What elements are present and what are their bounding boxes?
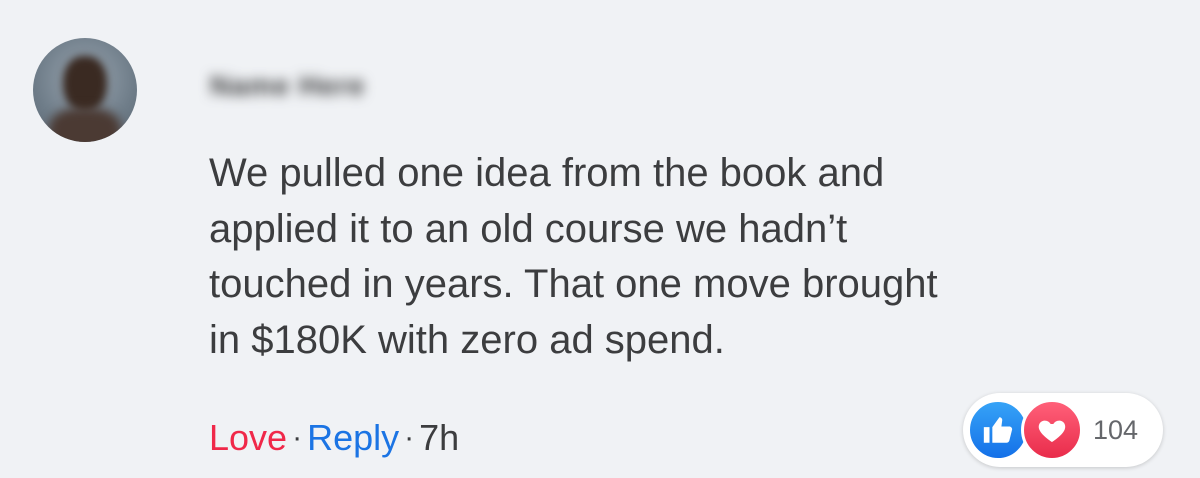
like-icon	[967, 399, 1029, 461]
separator-dot: ·	[292, 421, 303, 454]
avatar[interactable]	[33, 38, 137, 142]
timestamp[interactable]: 7h	[419, 416, 459, 460]
love-action[interactable]: Love	[209, 416, 287, 460]
separator-dot: ·	[404, 421, 415, 454]
author-name[interactable]: Name Here	[210, 70, 365, 102]
reply-action[interactable]: Reply	[307, 416, 399, 460]
comment-actions: Love · Reply · 7h	[209, 416, 459, 460]
reaction-count: 104	[1093, 415, 1139, 445]
reactions-summary[interactable]: 104	[963, 393, 1163, 467]
love-icon	[1021, 399, 1083, 461]
comment-text: We pulled one idea from the book and app…	[209, 151, 938, 362]
